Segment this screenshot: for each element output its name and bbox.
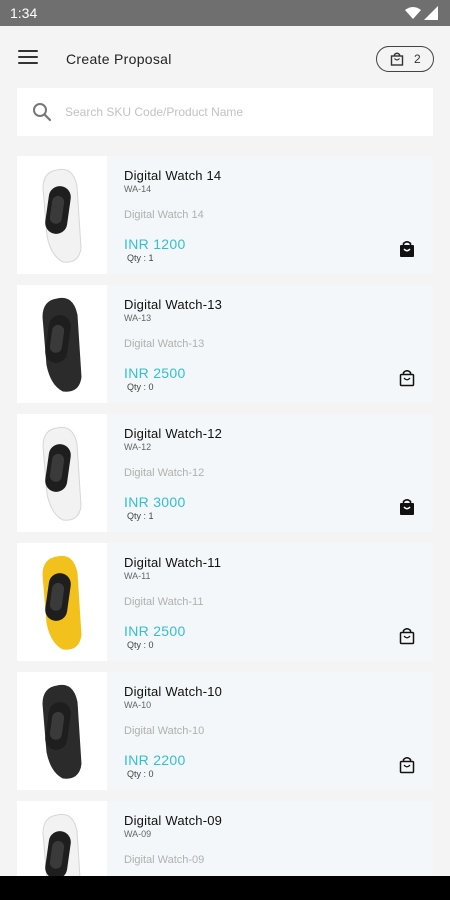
system-navigation-bar [0, 876, 450, 900]
product-image [17, 672, 107, 790]
product-card[interactable]: Digital Watch 14 WA-14 Digital Watch 14 … [17, 156, 433, 274]
product-sku: WA-14 [124, 184, 152, 194]
product-card[interactable]: Digital Watch-09 WA-09 Digital Watch-09 [17, 801, 433, 876]
product-name: Digital Watch-10 [124, 684, 223, 699]
product-qty: Qty : 0 [127, 382, 154, 392]
product-card[interactable]: Digital Watch-12 WA-12 Digital Watch-12 … [17, 414, 433, 532]
product-image [17, 285, 107, 403]
product-name: Digital Watch-11 [124, 555, 222, 570]
product-description: Digital Watch-09 [124, 854, 205, 866]
status-bar: 1:34 [0, 0, 450, 26]
add-to-cart-icon[interactable] [397, 497, 417, 517]
product-image [17, 414, 107, 532]
product-image [17, 156, 107, 274]
product-sku: WA-11 [124, 571, 151, 581]
search-icon [33, 103, 52, 122]
app-bar: Create Proposal 2 [0, 26, 450, 86]
cart-count: 2 [414, 52, 421, 66]
add-to-cart-icon[interactable] [397, 755, 417, 775]
product-description: Digital Watch-10 [124, 725, 205, 737]
product-description: Digital Watch-13 [124, 338, 205, 350]
cart-button[interactable]: 2 [376, 46, 434, 72]
signal-icon [424, 6, 438, 20]
search-input[interactable] [65, 100, 415, 124]
add-to-cart-icon[interactable] [397, 239, 417, 259]
product-description: Digital Watch-12 [124, 467, 205, 479]
search-bar [17, 88, 433, 136]
product-description: Digital Watch-11 [124, 596, 204, 608]
product-list: Digital Watch 14 WA-14 Digital Watch 14 … [17, 156, 433, 876]
product-sku: WA-13 [124, 313, 152, 323]
product-price: INR 3000 [124, 494, 186, 510]
product-card[interactable]: Digital Watch-13 WA-13 Digital Watch-13 … [17, 285, 433, 403]
product-qty: Qty : 0 [127, 769, 154, 779]
add-to-cart-icon[interactable] [397, 368, 417, 388]
product-name: Digital Watch-13 [124, 297, 223, 312]
product-price: INR 1200 [124, 236, 186, 252]
product-sku: WA-12 [124, 442, 152, 452]
product-name: Digital Watch-12 [124, 426, 223, 441]
page-title: Create Proposal [66, 51, 172, 67]
product-qty: Qty : 1 [127, 511, 154, 521]
product-price: INR 2500 [124, 365, 186, 381]
shopping-bag-icon [390, 52, 404, 66]
add-to-cart-icon[interactable] [397, 626, 417, 646]
product-sku: WA-09 [124, 829, 152, 839]
product-qty: Qty : 1 [127, 253, 154, 263]
wifi-icon [405, 7, 421, 19]
product-name: Digital Watch-09 [124, 813, 223, 828]
hamburger-menu-icon[interactable] [18, 50, 38, 64]
product-image [17, 543, 107, 661]
product-name: Digital Watch 14 [124, 168, 222, 183]
status-icons [405, 6, 438, 20]
product-card[interactable]: Digital Watch-11 WA-11 Digital Watch-11 … [17, 543, 433, 661]
product-description: Digital Watch 14 [124, 209, 204, 221]
product-image [17, 801, 107, 876]
product-price: INR 2200 [124, 752, 186, 768]
status-time: 1:34 [10, 5, 38, 21]
product-price: INR 2500 [124, 623, 186, 639]
product-qty: Qty : 0 [127, 640, 154, 650]
product-sku: WA-10 [124, 700, 152, 710]
product-card[interactable]: Digital Watch-10 WA-10 Digital Watch-10 … [17, 672, 433, 790]
